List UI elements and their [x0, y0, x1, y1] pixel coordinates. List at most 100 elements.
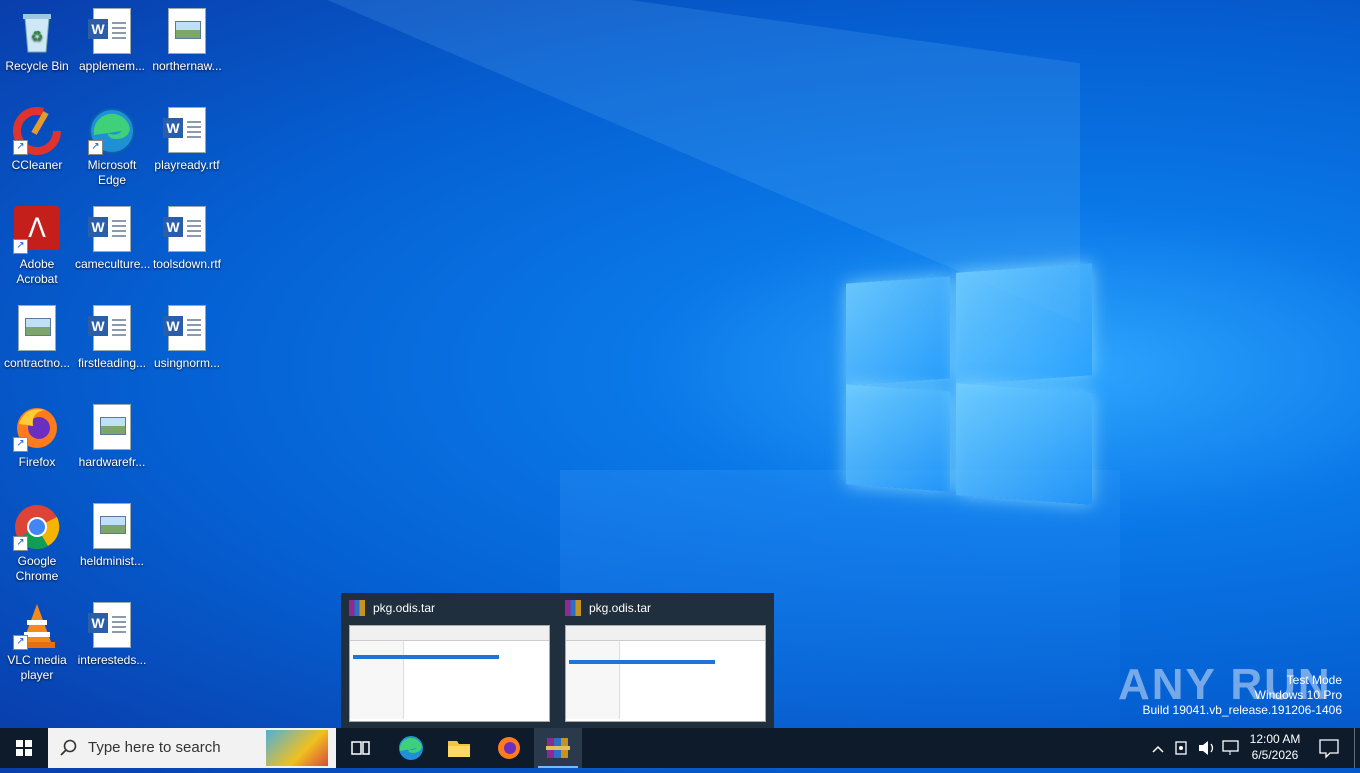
desktop-icon-playready[interactable]: W playready.rtf [150, 105, 224, 173]
task-view-icon [351, 741, 370, 755]
network-button[interactable] [1220, 728, 1242, 768]
edge-icon [399, 736, 423, 760]
desktop-icon-label: firstleading... [77, 356, 147, 370]
winrar-icon [349, 600, 365, 616]
winrar-icon [565, 600, 581, 616]
vlc-cone-icon: ↗ [13, 602, 61, 650]
shortcut-arrow-icon: ↗ [13, 536, 28, 551]
desktop-icon-adobe-acrobat[interactable]: ᐱ ↗ Adobe Acrobat [0, 204, 74, 287]
thumbnail-preview [349, 625, 550, 722]
desktop-icon-firefox[interactable]: ↗ Firefox [0, 402, 74, 470]
firefox-icon [498, 737, 520, 759]
show-desktop-button[interactable] [1354, 728, 1360, 768]
desktop-icon-label: toolsdown.rtf [152, 257, 222, 271]
desktop-icon-label: CCleaner [11, 158, 63, 172]
desktop-icon-label: Firefox [18, 455, 56, 469]
notification-icon [1319, 739, 1339, 759]
svg-text:♻: ♻ [31, 28, 44, 44]
taskbar-firefox-button[interactable] [485, 728, 533, 768]
desktop-icon-heldminist[interactable]: heldminist... [75, 501, 149, 569]
image-file-icon [13, 305, 61, 353]
word-document-icon: W [88, 305, 136, 353]
desktop-icon-usingnorm[interactable]: W usingnorm... [150, 303, 224, 371]
desktop-icon-interesteds[interactable]: W interesteds... [75, 600, 149, 668]
taskbar-winrar-button[interactable] [534, 728, 582, 768]
thumbnail-preview [565, 625, 766, 722]
word-document-icon: W [163, 305, 211, 353]
desktop-icon-label: northernaw... [152, 59, 222, 73]
window-thumbnail[interactable]: pkg.odis.tar [341, 593, 553, 728]
image-file-icon [88, 404, 136, 452]
watermark-line: Test Mode [1286, 673, 1342, 687]
desktop-icon-label: cameculture... [75, 257, 151, 271]
desktop-icon-label: applemem... [78, 59, 146, 73]
shortcut-arrow-icon: ↗ [13, 140, 28, 155]
shortcut-arrow-icon: ↗ [13, 635, 28, 650]
desktop-icon-applemem[interactable]: W applemem... [75, 6, 149, 74]
desktop-icon-label: Adobe Acrobat [16, 257, 58, 286]
search-icon [60, 739, 77, 756]
desktop-icon-northernaw[interactable]: northernaw... [150, 6, 224, 74]
search-placeholder: Type here to search [88, 739, 221, 756]
desktop-icon-firstleading[interactable]: W firstleading... [75, 303, 149, 371]
desktop-icon-label: interesteds... [77, 653, 147, 667]
device-icon [1175, 741, 1187, 755]
desktop-icon-vlc[interactable]: ↗ VLC media player [0, 600, 74, 683]
desktop-icon-label: contractno... [3, 356, 71, 370]
desktop-icon-toolsdown[interactable]: W toolsdown.rtf [150, 204, 224, 272]
window-thumbnail[interactable]: pkg.odis.tar [557, 593, 769, 728]
desktop-icon-cameculture[interactable]: W cameculture... [75, 204, 151, 272]
winrar-icon [546, 738, 570, 758]
desktop-icon-hardwarefr[interactable]: hardwarefr... [75, 402, 149, 470]
shortcut-arrow-icon: ↗ [88, 140, 103, 155]
chevron-up-icon [1152, 745, 1164, 753]
thumbnail-title: pkg.odis.tar [373, 601, 436, 615]
desktop-icon-label: Microsoft Edge [87, 158, 137, 187]
action-center-button[interactable] [1314, 728, 1344, 768]
thumbnail-title: pkg.odis.tar [589, 601, 652, 615]
clock-date: 6/5/2026 [1251, 748, 1299, 762]
desktop-icon-label: playready.rtf [154, 158, 220, 172]
taskbar-edge-button[interactable] [387, 728, 435, 768]
edge-icon: ↗ [88, 107, 136, 155]
taskbar: Type here to search 12:00 AM 6/5/2026 [0, 728, 1360, 768]
desktop-icon-label: Recycle Bin [5, 59, 69, 73]
desktop-icon-ccleaner[interactable]: ↗ CCleaner [0, 105, 74, 173]
word-document-icon: W [163, 206, 211, 254]
word-document-icon: W [88, 602, 136, 650]
word-document-icon: W [88, 206, 136, 254]
os-watermark: Test Mode Windows 10 Pro Build 19041.vb_… [1143, 673, 1343, 718]
windows-start-icon [16, 740, 32, 756]
firefox-icon: ↗ [13, 404, 61, 452]
word-document-icon: W [163, 107, 211, 155]
adobe-acrobat-icon: ᐱ ↗ [13, 206, 61, 254]
taskbar-thumbnail-popup: pkg.odis.tar pkg.odis.tar [341, 593, 774, 728]
desktop-icon-contractno[interactable]: contractno... [0, 303, 74, 371]
volume-button[interactable] [1196, 728, 1218, 768]
watermark-line: Windows 10 Pro [1254, 688, 1342, 702]
clock[interactable]: 12:00 AM 6/5/2026 [1244, 728, 1306, 768]
tray-device-icon-button[interactable] [1172, 728, 1192, 768]
speaker-icon [1199, 741, 1214, 755]
task-view-button[interactable] [336, 728, 384, 768]
image-file-icon [88, 503, 136, 551]
folder-icon [448, 741, 470, 757]
desktop-icon-label: heldminist... [79, 554, 145, 568]
search-highlight-image [266, 730, 328, 766]
show-hidden-icons-button[interactable] [1148, 728, 1168, 768]
desktop-icon-recycle-bin[interactable]: ♻ Recycle Bin [0, 6, 74, 74]
search-box[interactable]: Type here to search [48, 728, 336, 768]
start-button[interactable] [0, 728, 48, 768]
shortcut-arrow-icon: ↗ [13, 239, 28, 254]
watermark-line: Build 19041.vb_release.191206-1406 [1142, 703, 1343, 717]
recycle-bin-icon: ♻ [13, 8, 61, 56]
desktop-icon-microsoft-edge[interactable]: ↗ Microsoft Edge [75, 105, 149, 188]
desktop-icon-google-chrome[interactable]: ↗ Google Chrome [0, 501, 74, 584]
desktop-icon-label: usingnorm... [153, 356, 221, 370]
desktop-icon-label: hardwarefr... [78, 455, 146, 469]
ccleaner-icon: ↗ [13, 107, 61, 155]
clock-time: 12:00 AM [1249, 732, 1301, 746]
taskbar-file-explorer-button[interactable] [435, 728, 483, 768]
desktop-icon-label: Google Chrome [15, 554, 59, 583]
image-file-icon [163, 8, 211, 56]
